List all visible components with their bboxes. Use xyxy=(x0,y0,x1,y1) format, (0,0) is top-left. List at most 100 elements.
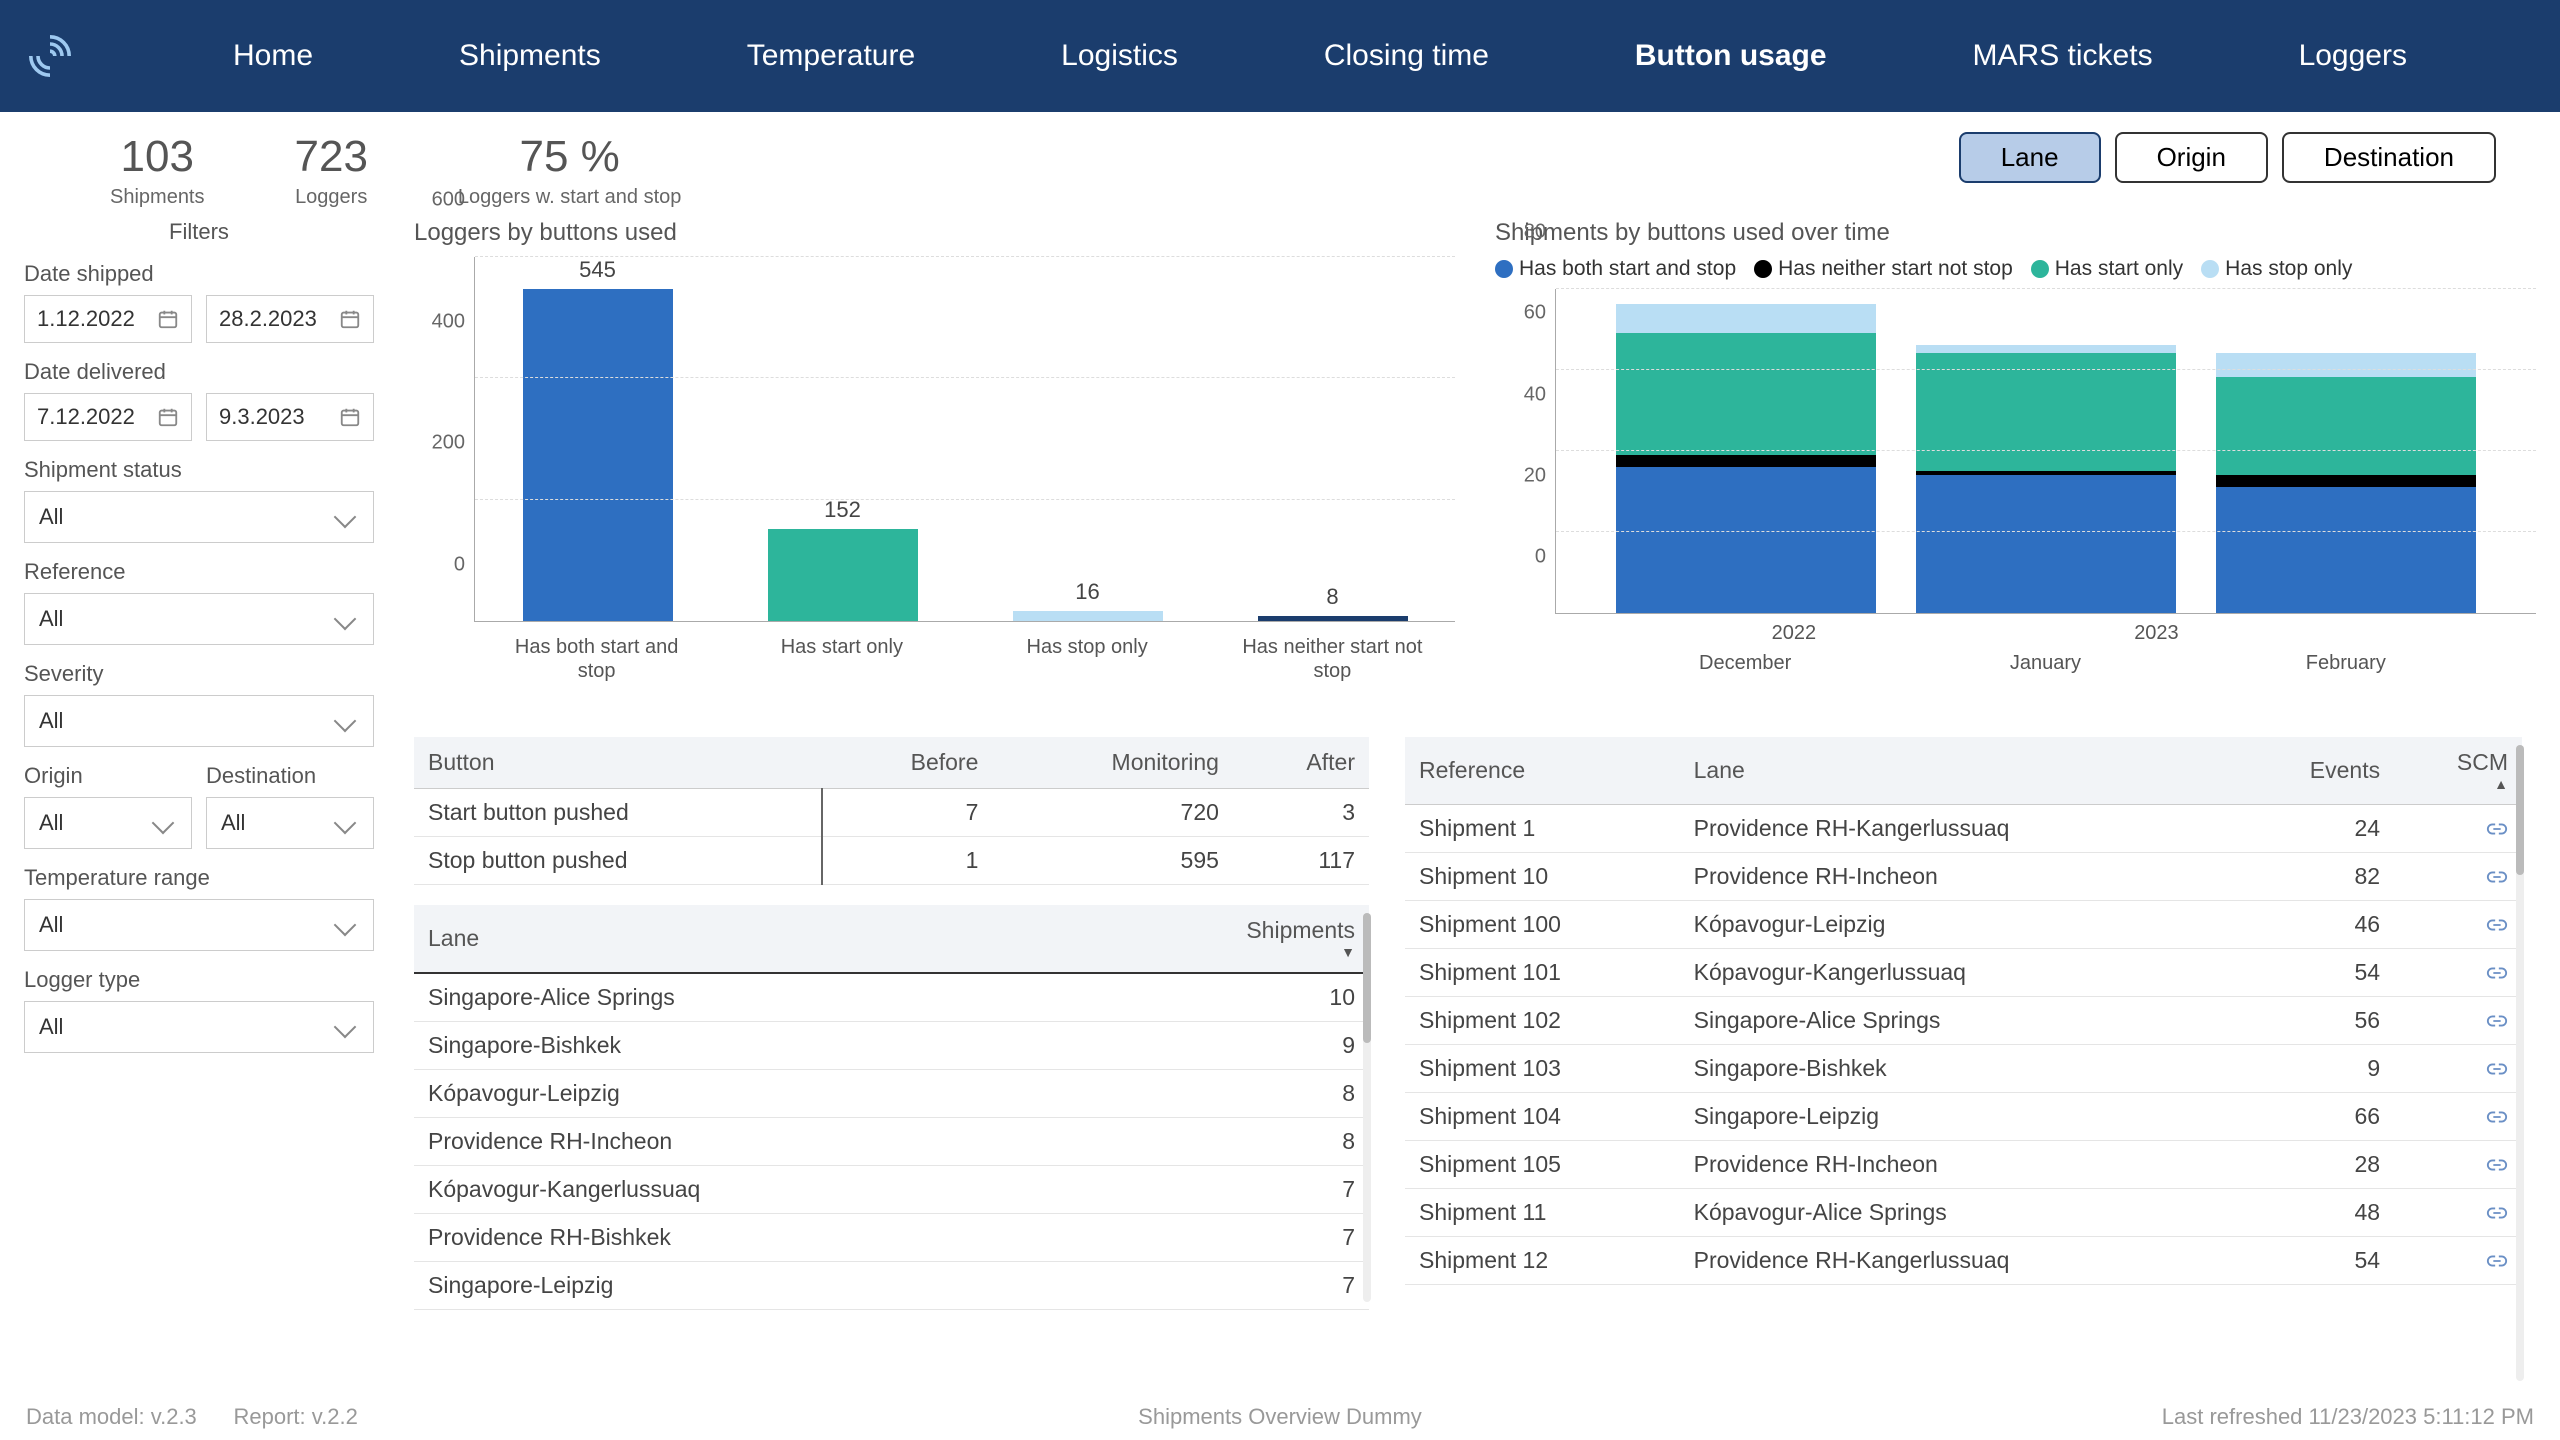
logger-type-select[interactable]: All xyxy=(24,1001,374,1053)
scrollbar-thumb[interactable] xyxy=(2516,745,2524,875)
nav-home[interactable]: Home xyxy=(193,39,353,73)
table-row[interactable]: Providence RH-Incheon8 xyxy=(414,1118,1369,1166)
table-row[interactable]: Shipment 12Providence RH-Kangerlussuaq54 xyxy=(1405,1237,2522,1285)
table-row[interactable]: Shipment 100Kópavogur-Leipzig46 xyxy=(1405,901,2522,949)
scm-link-icon[interactable] xyxy=(2394,997,2522,1045)
legend-item[interactable]: Has stop only xyxy=(2201,257,2352,281)
nav-loggers[interactable]: Loggers xyxy=(2259,39,2447,73)
destination-select[interactable]: All xyxy=(206,797,374,849)
toggle-destination[interactable]: Destination xyxy=(2282,132,2496,183)
origin-value: All xyxy=(39,810,63,836)
table-row[interactable]: Shipment 11Kópavogur-Alice Springs48 xyxy=(1405,1189,2522,1237)
nav-closing-time[interactable]: Closing time xyxy=(1284,39,1529,73)
chevron-down-icon xyxy=(334,1016,357,1039)
nav-button-usage[interactable]: Button usage xyxy=(1595,39,1867,73)
table-row[interactable]: Singapore-Bishkek9 xyxy=(414,1022,1369,1070)
kpi-1: 723 Loggers xyxy=(295,132,368,209)
nav-shipments[interactable]: Shipments xyxy=(419,39,641,73)
scm-link-icon[interactable] xyxy=(2394,1189,2522,1237)
segment-has-stop-only xyxy=(1616,304,1876,332)
shipments-header-events[interactable]: Events xyxy=(2235,737,2394,805)
severity-select[interactable]: All xyxy=(24,695,374,747)
filters-title: Filters xyxy=(24,219,374,245)
footer-report: Report: v.2.2 xyxy=(233,1404,357,1429)
filters-panel: Filters Date shipped 1.12.2022 28.2.2023… xyxy=(24,219,394,1399)
kpi-value: 103 xyxy=(110,132,205,182)
date-shipped-from[interactable]: 1.12.2022 xyxy=(24,295,192,343)
origin-select[interactable]: All xyxy=(24,797,192,849)
segment-has-stop-only xyxy=(2216,353,2476,377)
scm-link-icon[interactable] xyxy=(2394,901,2522,949)
date-shipped-to-value: 28.2.2023 xyxy=(219,306,317,332)
shipment-status-select[interactable]: All xyxy=(24,491,374,543)
legend-item[interactable]: Has start only xyxy=(2031,257,2183,281)
button-table-header[interactable]: After xyxy=(1233,737,1369,789)
table-row[interactable]: Shipment 1Providence RH-Kangerlussuaq24 xyxy=(1405,805,2522,853)
date-delivered-to-value: 9.3.2023 xyxy=(219,404,305,430)
table-row[interactable]: Shipment 105Providence RH-Incheon28 xyxy=(1405,1141,2522,1189)
stack-february[interactable] xyxy=(2216,353,2476,613)
button-table-header[interactable]: Monitoring xyxy=(992,737,1233,789)
date-delivered-label: Date delivered xyxy=(24,359,374,385)
kpi-value: 723 xyxy=(295,132,368,182)
bar-has-neither-start-not-stop[interactable]: 8 xyxy=(1238,584,1428,621)
scm-link-icon[interactable] xyxy=(2394,1093,2522,1141)
scm-link-icon[interactable] xyxy=(2394,1045,2522,1093)
legend-item[interactable]: Has both start and stop xyxy=(1495,257,1736,281)
shipments-header-lane[interactable]: Lane xyxy=(1680,737,2236,805)
lane-table-header-lane[interactable]: Lane xyxy=(414,905,1070,973)
table-row[interactable]: Shipment 102Singapore-Alice Springs56 xyxy=(1405,997,2522,1045)
date-delivered-from[interactable]: 7.12.2022 xyxy=(24,393,192,441)
kpi-label: Loggers xyxy=(295,186,368,209)
scm-link-icon[interactable] xyxy=(2394,853,2522,901)
date-shipped-to[interactable]: 28.2.2023 xyxy=(206,295,374,343)
x-label: December xyxy=(1615,652,1875,675)
nav-logistics[interactable]: Logistics xyxy=(1021,39,1218,73)
scm-link-icon[interactable] xyxy=(2394,1237,2522,1285)
lane-table-header-shipments[interactable]: Shipments▼ xyxy=(1070,905,1369,973)
table-row[interactable]: Shipment 103Singapore-Bishkek9 xyxy=(1405,1045,2522,1093)
table-row[interactable]: Shipment 10Providence RH-Incheon82 xyxy=(1405,853,2522,901)
shipments-header-reference[interactable]: Reference xyxy=(1405,737,1680,805)
lane-scrollbar[interactable] xyxy=(1363,913,1371,1302)
legend-item[interactable]: Has neither start not stop xyxy=(1754,257,2013,281)
button-table-header[interactable]: Button xyxy=(414,737,822,789)
table-row[interactable]: Singapore-Alice Springs10 xyxy=(414,973,1369,1022)
reference-select[interactable]: All xyxy=(24,593,374,645)
table-row[interactable]: Start button pushed77203 xyxy=(414,789,1369,837)
nav-temperature[interactable]: Temperature xyxy=(707,39,955,73)
table-row[interactable]: Shipment 104Singapore-Leipzig66 xyxy=(1405,1093,2522,1141)
table-row[interactable]: Kópavogur-Kangerlussuaq7 xyxy=(414,1166,1369,1214)
temperature-range-select[interactable]: All xyxy=(24,899,374,951)
table-row[interactable]: Providence RH-Bishkek7 xyxy=(414,1214,1369,1262)
date-delivered-to[interactable]: 9.3.2023 xyxy=(206,393,374,441)
bar-has-both-start-and-stop[interactable]: 545 xyxy=(503,257,693,621)
toggle-lane[interactable]: Lane xyxy=(1959,132,2101,183)
shipments-header-scm[interactable]: SCM▲ xyxy=(2394,737,2522,805)
logger-type-value: All xyxy=(39,1014,63,1040)
bar-has-start-only[interactable]: 152 xyxy=(748,497,938,621)
button-table-header[interactable]: Before xyxy=(822,737,992,789)
legend-swatch-icon xyxy=(1495,260,1513,278)
scm-link-icon[interactable] xyxy=(2394,805,2522,853)
table-row[interactable]: Singapore-Leipzig7 xyxy=(414,1262,1369,1310)
kpi-value: 75 % xyxy=(458,132,681,182)
footer: Data model: v.2.3 Report: v.2.2 Shipment… xyxy=(26,1404,2534,1430)
severity-label: Severity xyxy=(24,661,374,687)
bar-rect xyxy=(1013,611,1163,621)
bar-has-stop-only[interactable]: 16 xyxy=(993,579,1183,621)
table-row[interactable]: Kópavogur-Leipzig8 xyxy=(414,1070,1369,1118)
table-row[interactable]: Shipment 101Kópavogur-Kangerlussuaq54 xyxy=(1405,949,2522,997)
table-row[interactable]: Stop button pushed1595117 xyxy=(414,837,1369,885)
scrollbar-thumb[interactable] xyxy=(1363,913,1371,1043)
toggle-origin[interactable]: Origin xyxy=(2115,132,2268,183)
segment-has-neither-start-not-stop xyxy=(2216,475,2476,487)
nav-mars-tickets[interactable]: MARS tickets xyxy=(1933,39,2193,73)
shipments-scrollbar[interactable] xyxy=(2516,745,2524,1381)
scm-link-icon[interactable] xyxy=(2394,949,2522,997)
scm-link-icon[interactable] xyxy=(2394,1141,2522,1189)
kpi-label: Loggers w. start and stop xyxy=(458,186,681,209)
chart2-title: Shipments by buttons used over time xyxy=(1495,219,2536,247)
stack-january[interactable] xyxy=(1916,345,2176,613)
stack-december[interactable] xyxy=(1616,304,1876,613)
